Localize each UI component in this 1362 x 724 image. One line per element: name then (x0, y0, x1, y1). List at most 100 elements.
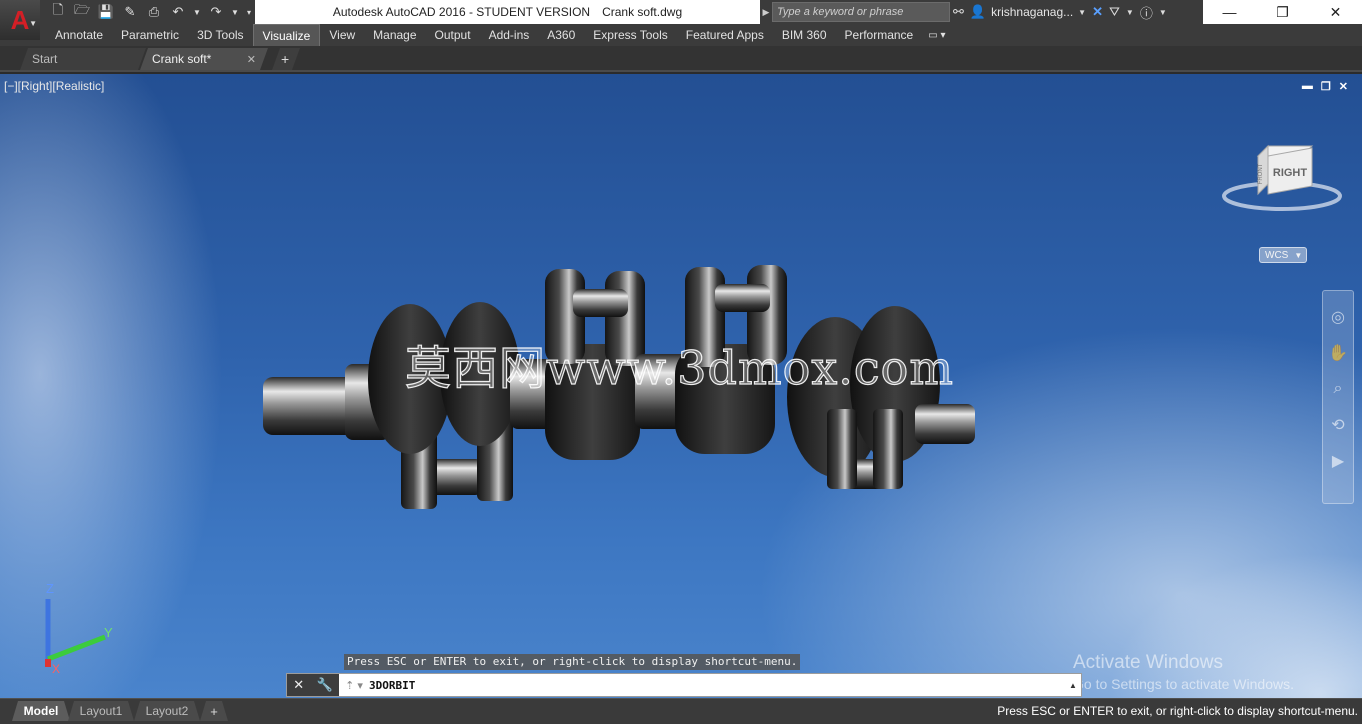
add-layout-button[interactable]: + (200, 701, 228, 721)
app-title: Autodesk AutoCAD 2016 - STUDENT VERSION (332, 5, 591, 19)
wcs-label: WCS (1265, 249, 1289, 261)
tab-annotate[interactable]: Annotate (46, 24, 112, 46)
tab-parametric[interactable]: Parametric (112, 24, 188, 46)
open-file-icon[interactable]: 🗁 (72, 2, 92, 22)
window-title: Autodesk AutoCAD 2016 - STUDENT VERSION … (255, 0, 760, 24)
tab-layout2[interactable]: Layout2 (134, 701, 200, 721)
new-file-icon[interactable]: 🗋 (48, 2, 68, 22)
tab-add-ins[interactable]: Add-ins (480, 24, 539, 46)
tab-bim-360[interactable]: BIM 360 (773, 24, 836, 46)
file-tab-crank-soft[interactable]: Crank soft* ✕ (140, 48, 268, 70)
tab-a360[interactable]: A360 (538, 24, 584, 46)
new-tab-button[interactable]: + (272, 48, 300, 70)
help-dropdown-icon[interactable]: ▼ (1156, 0, 1170, 24)
quick-access-toolbar: 🗋 🗁 💾 ✎ ⎙ ↶ ▼ ↷ ▼ ▾ (40, 0, 255, 24)
customize-wrench-icon[interactable]: 🔧 (317, 677, 333, 693)
command-prompt-icon[interactable]: ⇡ ▾ (339, 679, 369, 692)
tab-layout1[interactable]: Layout1 (68, 701, 134, 721)
command-input[interactable] (369, 675, 1069, 695)
crank-pin-upper-1 (573, 289, 628, 317)
undo-dropdown-icon[interactable]: ▼ (192, 2, 202, 22)
pan-hand-icon[interactable]: ✋ (1326, 341, 1350, 365)
right-shaft-end (915, 404, 975, 444)
file-tab-doc-label: Crank soft* (152, 52, 212, 66)
lower-web-4 (873, 409, 903, 489)
ribbon-minimize-icon[interactable]: ▭ ▾ (922, 24, 945, 46)
ucs-axis-icon: Z Y X (45, 581, 113, 674)
save-as-icon[interactable]: ✎ (120, 2, 140, 22)
x-axis-label: X (52, 662, 60, 674)
command-history: Press ESC or ENTER to exit, or right-cli… (344, 654, 801, 670)
save-icon[interactable]: 💾 (96, 2, 116, 22)
customize-qat-icon[interactable]: ▾ (244, 2, 254, 22)
file-tab-start[interactable]: Start (20, 48, 146, 70)
wcs-menu[interactable]: WCS ▼ (1259, 247, 1307, 263)
user-icon[interactable]: 👤 (967, 0, 989, 24)
expand-search-icon[interactable]: ▶ (760, 7, 772, 18)
viewport-window-controls: ▬ ❐ ✕ (1302, 80, 1348, 93)
ribbon-tabs: Annotate Parametric 3D Tools Visualize V… (46, 24, 945, 46)
tab-model[interactable]: Model (12, 701, 70, 721)
tab-output[interactable]: Output (426, 24, 480, 46)
command-line: ✕ 🔧 ⇡ ▾ ▲ (286, 673, 1082, 697)
tab-express-tools[interactable]: Express Tools (584, 24, 676, 46)
tab-view[interactable]: View (320, 24, 364, 46)
drawing-viewport[interactable]: [−][Right][Realistic] ▬ ❐ ✕ RIGHT FRONT … (0, 74, 1362, 698)
viewport-close-icon[interactable]: ✕ (1339, 80, 1348, 93)
wcs-dropdown-icon: ▼ (1294, 250, 1303, 260)
viewport-restore-icon[interactable]: ❐ (1321, 80, 1331, 93)
command-history-icon[interactable]: ▲ (1069, 681, 1081, 690)
stay-connected-icon[interactable]: ⛛ (1106, 0, 1123, 24)
undo-icon[interactable]: ↶ (168, 2, 188, 22)
steering-wheel-icon[interactable]: ◎ (1326, 305, 1350, 329)
window-controls: — ❐ ✕ (1203, 0, 1362, 24)
binoculars-icon[interactable]: ⚯ (950, 0, 967, 24)
close-button[interactable]: ✕ (1309, 0, 1362, 24)
tab-visualize[interactable]: Visualize (252, 24, 321, 46)
help-icon[interactable]: ⓘ (1137, 0, 1156, 24)
plot-icon[interactable]: ⎙ (144, 2, 164, 22)
status-bar: Model Layout1 Layout2 + Press ESC or ENT… (0, 698, 1362, 724)
tab-performance[interactable]: Performance (836, 24, 923, 46)
chevron-down-icon: ▼ (29, 19, 37, 28)
file-tab-bar: Start Crank soft* ✕ + (0, 46, 1362, 72)
autocad-logo-icon: A (10, 5, 30, 35)
activate-subtitle: Go to Settings to activate Windows. (1073, 676, 1294, 692)
tab-featured-apps[interactable]: Featured Apps (677, 24, 773, 46)
viewport-controls-label[interactable]: [−][Right][Realistic] (4, 79, 104, 93)
user-dropdown-icon[interactable]: ▼ (1075, 0, 1089, 24)
navigation-bar: ◎ ✋ ⌕ ⟲ ▶ (1322, 290, 1354, 504)
viewcube-right-label: RIGHT (1273, 167, 1308, 179)
ribbon-tab-bar: Annotate Parametric 3D Tools Visualize V… (0, 24, 1362, 46)
close-tab-icon[interactable]: ✕ (247, 53, 256, 66)
activate-title: Activate Windows (1073, 652, 1223, 673)
autocad-window: A ▼ 🗋 🗁 💾 ✎ ⎙ ↶ ▼ ↷ ▼ ▾ Autodesk AutoCAD… (0, 0, 1362, 724)
file-tab-start-label: Start (32, 52, 58, 66)
redo-dropdown-icon[interactable]: ▼ (230, 2, 240, 22)
crank-pin-upper-2 (715, 284, 770, 312)
infocenter: ▶ ⚯ 👤 krishnaganag... ▼ ✕ ⛛ ▼ ⓘ ▼ (760, 0, 1203, 24)
command-line-buttons: ✕ 🔧 (287, 674, 339, 696)
search-input[interactable] (772, 2, 950, 22)
y-axis-line (47, 634, 106, 662)
zoom-extents-icon[interactable]: ⌕ (1326, 377, 1350, 401)
watermark-text: 莫西网www.3dmox.com (404, 340, 954, 395)
restore-button[interactable]: ❐ (1256, 0, 1309, 24)
minimize-button[interactable]: — (1203, 0, 1256, 24)
file-title: Crank soft.dwg (602, 5, 683, 19)
connected-dropdown-icon[interactable]: ▼ (1123, 0, 1137, 24)
tab-manage[interactable]: Manage (364, 24, 425, 46)
close-command-icon[interactable]: ✕ (293, 677, 304, 693)
orbit-icon[interactable]: ⟲ (1326, 413, 1350, 437)
redo-icon[interactable]: ↷ (206, 2, 226, 22)
status-message: Press ESC or ENTER to exit, or right-cli… (997, 704, 1358, 718)
user-name[interactable]: krishnaganag... (989, 5, 1075, 19)
viewport-minimize-icon[interactable]: ▬ (1302, 80, 1313, 93)
showmotion-icon[interactable]: ▶ (1326, 449, 1350, 473)
application-menu-button[interactable]: A ▼ (0, 0, 40, 40)
y-axis-label: Y (104, 625, 113, 640)
tab-3d-tools[interactable]: 3D Tools (188, 24, 252, 46)
viewcube[interactable]: RIGHT FRONT (1220, 140, 1346, 220)
exchange-apps-icon[interactable]: ✕ (1089, 0, 1106, 24)
viewcube-front-label: FRONT (1258, 163, 1264, 184)
